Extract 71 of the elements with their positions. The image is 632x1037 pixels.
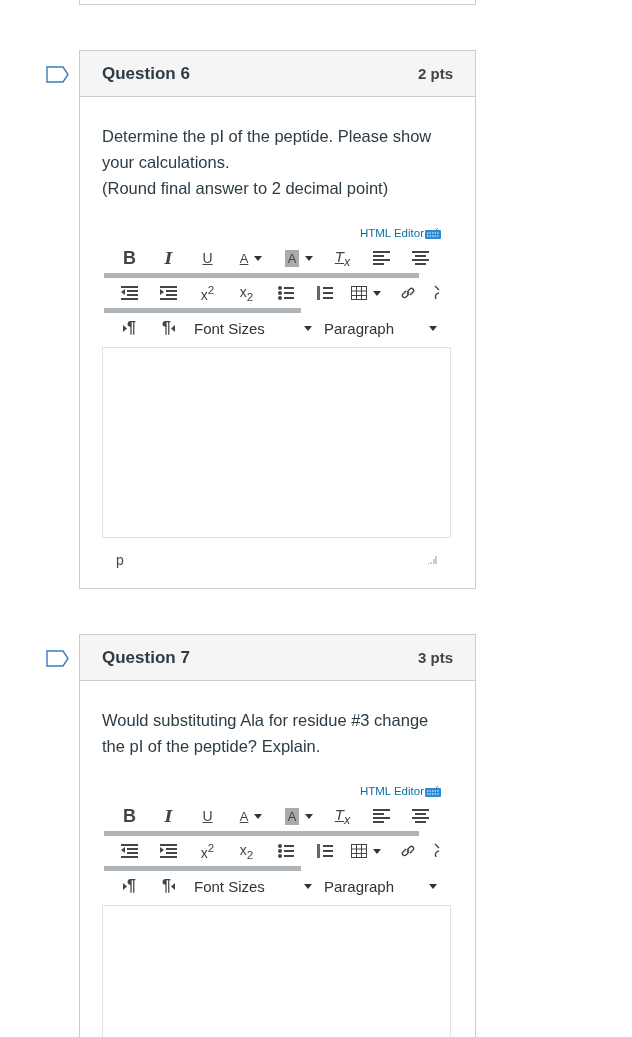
- highlight-color-button[interactable]: A: [275, 803, 323, 829]
- font-size-dropdown[interactable]: Font Sizes: [188, 315, 318, 341]
- html-editor-link[interactable]: HTML Editor: [102, 227, 441, 239]
- link-icon: [399, 843, 416, 859]
- indent-icon: [160, 844, 177, 858]
- left-to-right-button[interactable]: ¶: [110, 315, 149, 341]
- question-title: Question 6: [102, 63, 190, 84]
- caret-icon: [305, 255, 314, 261]
- keyboard-icon: [425, 227, 441, 239]
- caret-icon: [304, 883, 312, 889]
- align-left-icon: [373, 251, 390, 265]
- right-to-left-button[interactable]: ¶: [149, 315, 188, 341]
- caret-icon: [254, 255, 263, 261]
- link-icon: [399, 285, 416, 301]
- element-path: p: [116, 552, 124, 568]
- caret-icon: [305, 813, 314, 819]
- caret-icon: [429, 325, 437, 331]
- paragraph-dropdown[interactable]: Paragraph: [318, 315, 443, 341]
- numbered-list-icon: [316, 286, 333, 300]
- underline-button[interactable]: U: [188, 245, 227, 271]
- question-text: Determine the pI of the peptide. Please show your calculations.: [102, 126, 433, 173]
- indent-icon: [160, 286, 177, 300]
- table-icon: [351, 286, 367, 300]
- bold-button[interactable]: B: [110, 803, 149, 829]
- outdent-icon: [121, 286, 138, 300]
- italic-button[interactable]: I: [149, 245, 188, 271]
- font-size-dropdown[interactable]: Font Sizes: [188, 873, 318, 899]
- superscript-button[interactable]: x$^{2}$: [188, 280, 227, 306]
- paragraph-dropdown[interactable]: Paragraph: [318, 873, 443, 899]
- question-points: 2 pts: [418, 65, 453, 82]
- bold-button[interactable]: B: [110, 245, 149, 271]
- triangle-icon: [170, 324, 175, 332]
- text-color-button[interactable]: A: [227, 803, 275, 829]
- question-text: (Round final answer to 2 decimal point): [102, 178, 390, 199]
- align-center-icon: [412, 251, 429, 265]
- triangle-icon: [170, 882, 175, 890]
- question-title: Question 7: [102, 647, 190, 668]
- keyboard-icon: [425, 785, 441, 797]
- bulleted-list-icon: [277, 844, 294, 858]
- triangle-icon: [123, 324, 128, 332]
- flag-icon[interactable]: [46, 66, 69, 83]
- equation-icon: [433, 285, 441, 301]
- html-editor-link[interactable]: HTML Editor: [102, 785, 441, 797]
- clear-formatting-button[interactable]: T$_{x}$: [323, 803, 362, 829]
- caret-icon: [429, 883, 437, 889]
- table-icon: [351, 844, 367, 858]
- numbered-list-icon: [316, 844, 333, 858]
- caret-icon: [373, 848, 381, 854]
- resize-handle-icon[interactable]: [427, 555, 437, 565]
- clear-formatting-button[interactable]: T$_{x}$: [323, 245, 362, 271]
- text-color-button[interactable]: A: [227, 245, 275, 271]
- flag-icon[interactable]: [46, 650, 69, 667]
- outdent-icon: [121, 844, 138, 858]
- caret-icon: [254, 813, 263, 819]
- bulleted-list-icon: [277, 286, 294, 300]
- subscript-button[interactable]: x$_{2}$: [227, 280, 266, 306]
- underline-button[interactable]: U: [188, 803, 227, 829]
- align-center-icon: [412, 809, 429, 823]
- caret-icon: [304, 325, 312, 331]
- highlight-color-button[interactable]: A: [275, 245, 323, 271]
- align-left-icon: [373, 809, 390, 823]
- caret-icon: [373, 290, 381, 296]
- triangle-icon: [123, 882, 128, 890]
- subscript-button[interactable]: x$_{2}$: [227, 838, 266, 864]
- right-to-left-button[interactable]: ¶: [149, 873, 188, 899]
- left-to-right-button[interactable]: ¶: [110, 873, 149, 899]
- equation-icon: [433, 843, 441, 859]
- italic-button[interactable]: I: [149, 803, 188, 829]
- superscript-button[interactable]: x$^{2}$: [188, 838, 227, 864]
- question-points: 3 pts: [418, 649, 453, 666]
- question-text: Would substituting Ala for residue #3 change the pI of the peptide? Explain.: [102, 710, 430, 757]
